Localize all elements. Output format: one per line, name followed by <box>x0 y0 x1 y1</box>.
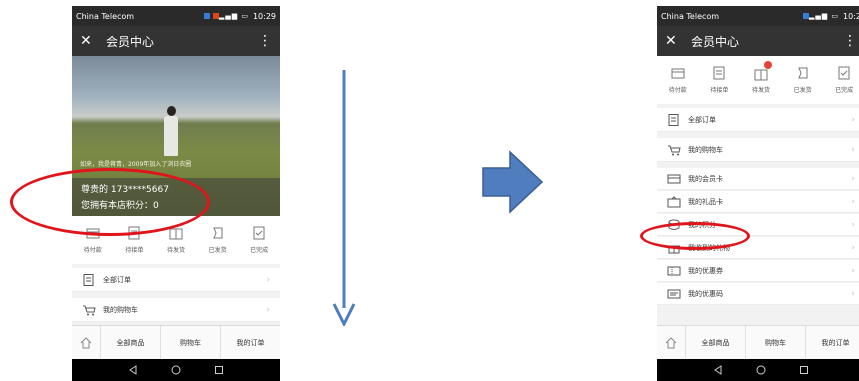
tab-cart[interactable]: 购物车 <box>160 325 220 360</box>
orders-icon <box>668 113 679 126</box>
android-nav-bar <box>72 359 280 381</box>
status-shipped[interactable]: 已发货 <box>197 216 239 264</box>
chevron-right-icon: › <box>851 219 855 230</box>
check-icon <box>253 226 265 240</box>
check-icon <box>838 66 850 80</box>
recents-icon[interactable] <box>799 365 809 375</box>
shipped-icon <box>797 67 808 79</box>
list-icon <box>713 66 725 80</box>
signal-icon: ▂▄▆ ▭ <box>809 12 840 20</box>
home-icon[interactable] <box>657 336 685 349</box>
orders-icon <box>83 273 94 286</box>
wallet-icon <box>671 68 685 79</box>
menu-gift-card[interactable]: 我的礼品卡 › <box>657 191 859 213</box>
status-completed[interactable]: 已完成 <box>823 56 859 104</box>
shipped-icon <box>212 227 223 239</box>
cart-icon <box>83 305 96 315</box>
chevron-right-icon: › <box>851 288 855 299</box>
menu-my-cart[interactable]: 我的购物车 › <box>72 298 280 322</box>
signal-icon: ▂▄▆ ▭ <box>218 12 249 20</box>
back-icon[interactable] <box>128 365 138 375</box>
coupon-icon <box>667 266 681 275</box>
back-icon[interactable] <box>713 365 723 375</box>
home-icon[interactable] <box>72 336 100 349</box>
status-shipped[interactable]: 已发货 <box>782 56 824 104</box>
menu-my-coupons[interactable]: 我的优惠券 › <box>657 260 859 282</box>
close-icon[interactable]: ✕ <box>80 33 100 49</box>
more-icon[interactable]: ⋮ <box>258 33 272 49</box>
menu-member-card[interactable]: 我的会员卡 › <box>657 168 859 190</box>
highlight-ellipse-points <box>10 168 210 236</box>
right-arrow-icon <box>482 150 544 214</box>
tab-cart[interactable]: 购物车 <box>745 325 805 360</box>
chevron-right-icon: › <box>851 196 855 207</box>
clock: 10:2 <box>843 11 859 21</box>
status-bar: China Telecom ▂▄▆ ▭ 10:2 <box>657 6 859 26</box>
home-circle-icon[interactable] <box>756 365 766 375</box>
status-completed[interactable]: 已完成 <box>238 216 280 264</box>
status-bar: China Telecom ▂▄▆ ▭ 10:29 <box>72 6 280 26</box>
chevron-right-icon: › <box>851 114 855 125</box>
order-status-row: 待付款 待接单 待发货 已发货 已完成 <box>657 56 859 104</box>
chevron-right-icon: › <box>851 144 855 155</box>
clock: 10:29 <box>252 11 276 21</box>
bottom-tab-bar: 全部商品 购物车 我的订单 <box>657 325 859 360</box>
chevron-right-icon: › <box>851 265 855 276</box>
chevron-right-icon: › <box>266 304 270 315</box>
page-title: 会员中心 <box>106 34 155 49</box>
down-arrow-icon <box>333 70 355 326</box>
menu-all-orders[interactable]: 全部订单 › <box>72 268 280 292</box>
android-nav-bar <box>657 359 859 381</box>
gift-card-icon <box>667 195 681 207</box>
header-bar: ✕ 会员中心 ⋮ <box>657 26 859 56</box>
chevron-right-icon: › <box>851 173 855 184</box>
chevron-right-icon: › <box>266 274 270 285</box>
status-pending-accept[interactable]: 待接单 <box>699 56 741 104</box>
promo-code-icon <box>667 289 681 298</box>
bottom-tab-bar: 全部商品 购物车 我的订单 <box>72 325 280 360</box>
tab-my-orders[interactable]: 我的订单 <box>805 325 859 360</box>
home-circle-icon[interactable] <box>171 365 181 375</box>
cart-icon <box>668 145 681 155</box>
carrier-label: China Telecom <box>661 11 720 21</box>
package-icon <box>754 61 772 81</box>
tab-all-products[interactable]: 全部商品 <box>685 325 745 360</box>
notification-badge <box>763 61 772 69</box>
status-pending-ship[interactable]: 待发货 <box>740 56 782 104</box>
highlight-ellipse-my-points <box>640 222 750 250</box>
header-bar: ✕ 会员中心 ⋮ <box>72 26 280 56</box>
carrier-label: China Telecom <box>76 11 135 21</box>
recents-icon[interactable] <box>214 365 224 375</box>
menu-all-orders[interactable]: 全部订单 › <box>657 108 859 132</box>
chevron-right-icon: › <box>851 242 855 253</box>
page-title: 会员中心 <box>691 34 740 49</box>
more-icon[interactable]: ⋮ <box>843 33 857 49</box>
tab-my-orders[interactable]: 我的订单 <box>220 325 280 360</box>
person-photo <box>162 106 180 158</box>
status-pending-payment[interactable]: 待付款 <box>657 56 699 104</box>
notification-icon <box>203 13 210 19</box>
right-phone-screenshot: China Telecom ▂▄▆ ▭ 10:2 ✕ 会员中心 ⋮ 待付款 待接… <box>657 6 859 381</box>
tab-all-products[interactable]: 全部商品 <box>100 325 160 360</box>
banner-caption: 如来，我是蒋青，2009年加入了浏日衣圈 <box>80 161 192 168</box>
card-icon <box>667 174 681 183</box>
menu-promo-codes[interactable]: 我的优惠码 › <box>657 283 859 305</box>
close-icon[interactable]: ✕ <box>665 33 685 49</box>
menu-my-cart[interactable]: 我的购物车 › <box>657 138 859 162</box>
